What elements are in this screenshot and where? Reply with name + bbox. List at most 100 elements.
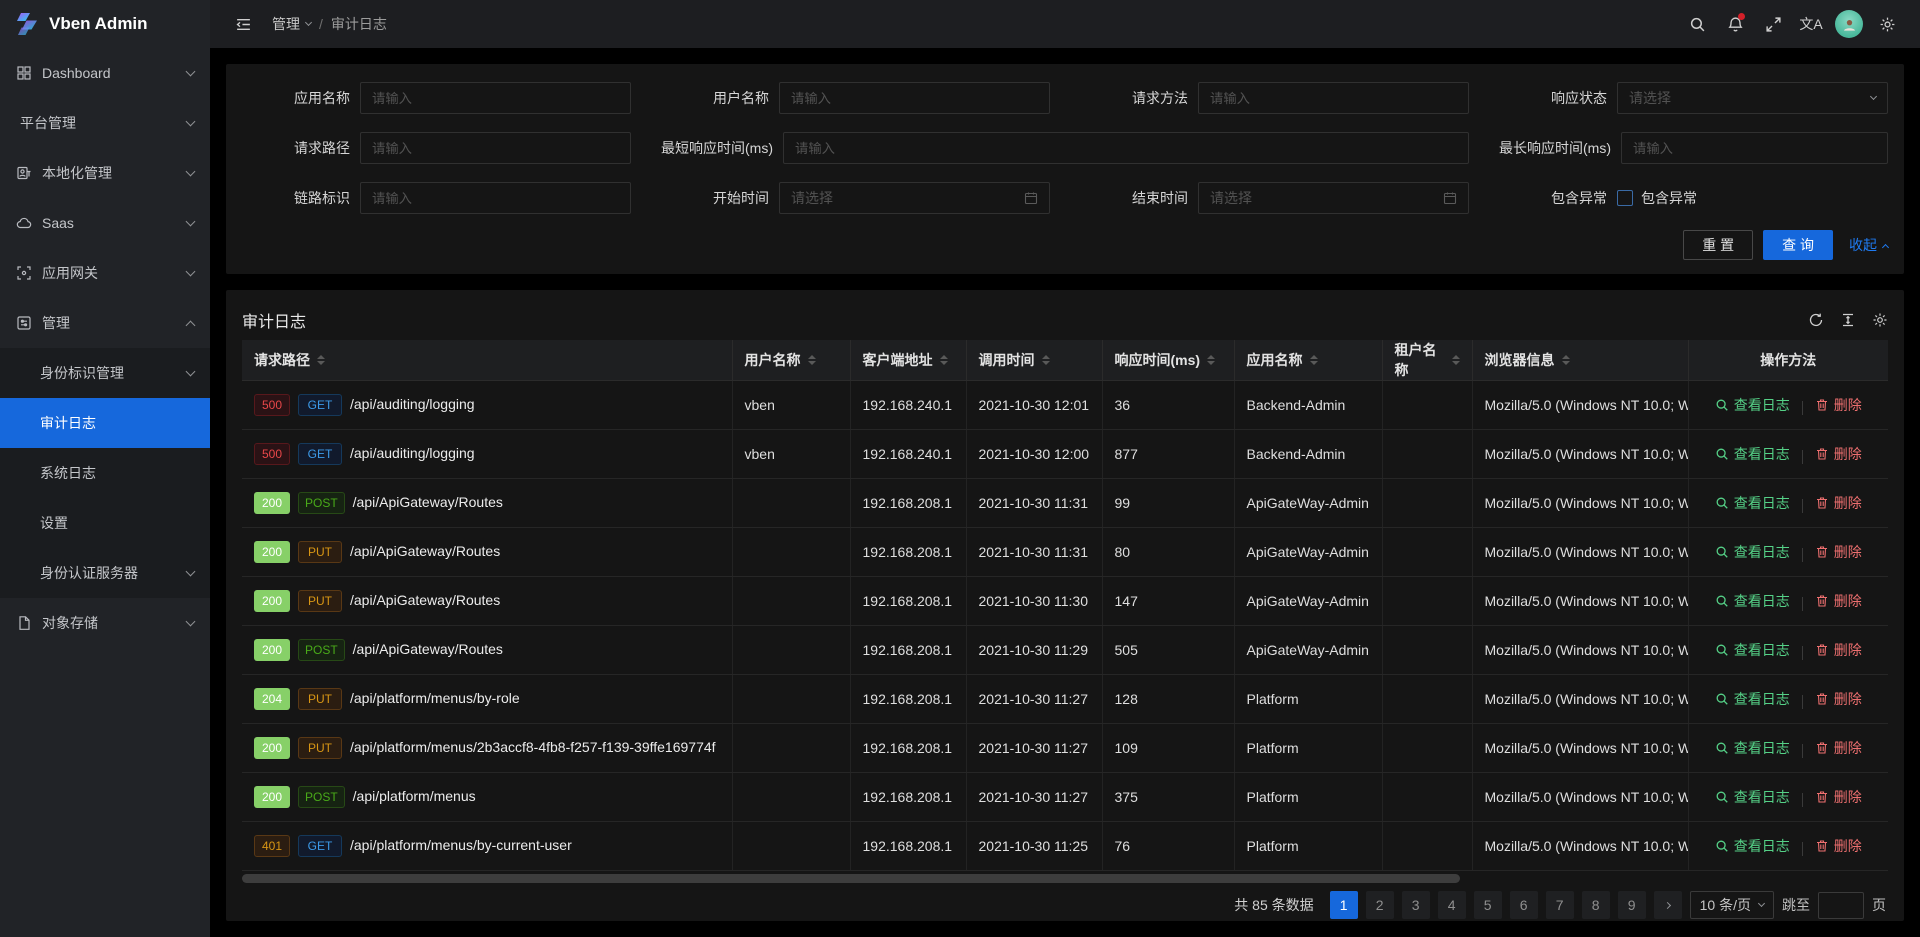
request-path-input[interactable] — [360, 132, 631, 164]
locale-switch-button[interactable]: 文A — [1792, 0, 1830, 48]
sidebar-item-localization[interactable]: 本地化管理 — [0, 148, 210, 198]
trash-icon — [1815, 643, 1829, 657]
sort-icon[interactable] — [1207, 351, 1215, 369]
view-log-button[interactable]: 查看日志 — [1715, 493, 1790, 513]
sidebar-collapse-button[interactable] — [224, 0, 262, 48]
reset-button[interactable]: 重 置 — [1683, 230, 1753, 260]
trace-id-input[interactable] — [360, 182, 631, 214]
page-jump-input[interactable] — [1818, 892, 1864, 919]
chevron-down-icon — [1870, 93, 1877, 100]
view-log-button[interactable]: 查看日志 — [1715, 640, 1790, 660]
sidebar-item-system-log[interactable]: 系统日志 — [0, 448, 210, 498]
browser-info-cell: Mozilla/5.0 (Windows NT 10.0; Win — [1472, 724, 1688, 773]
delete-button[interactable]: 删除 — [1815, 738, 1862, 758]
sidebar-item-object-storage[interactable]: 对象存储 — [0, 598, 210, 648]
sort-icon[interactable] — [808, 351, 816, 369]
view-log-button[interactable]: 查看日志 — [1715, 591, 1790, 611]
tenant-name-cell — [1382, 430, 1472, 479]
fullscreen-button[interactable] — [1754, 0, 1792, 48]
field-min-response-time: 最短响应时间(ms) — [661, 132, 1469, 164]
status-badge: 204 — [254, 688, 290, 710]
dashboard-icon — [16, 65, 32, 81]
include-exception-checkbox[interactable] — [1617, 190, 1633, 206]
horizontal-scrollbar[interactable] — [242, 874, 1888, 883]
search-button[interactable] — [1678, 0, 1716, 48]
sidebar-item-gateway[interactable]: 应用网关 — [0, 248, 210, 298]
notification-button[interactable] — [1716, 0, 1754, 48]
view-log-button[interactable]: 查看日志 — [1715, 738, 1790, 758]
sidebar-item-settings[interactable]: 设置 — [0, 498, 210, 548]
sidebar-item-identity-server[interactable]: 身份认证服务器 — [0, 548, 210, 598]
request-path: /api/ApiGateway/Routes — [350, 592, 500, 608]
next-page-button[interactable] — [1654, 891, 1682, 919]
sidebar-item-dashboard[interactable]: Dashboard — [0, 48, 210, 98]
sidebar-item-management[interactable]: 管理 — [0, 298, 210, 348]
chevron-down-icon — [186, 167, 196, 177]
logo[interactable]: Vben Admin — [0, 0, 210, 48]
refresh-icon[interactable] — [1808, 312, 1824, 328]
page-button-1[interactable]: 1 — [1330, 891, 1358, 919]
page-button-5[interactable]: 5 — [1474, 891, 1502, 919]
view-log-button[interactable]: 查看日志 — [1715, 787, 1790, 807]
view-log-button[interactable]: 查看日志 — [1715, 542, 1790, 562]
max-response-time-input[interactable] — [1621, 132, 1888, 164]
search-submit-button[interactable]: 查 询 — [1763, 230, 1833, 260]
page-button-6[interactable]: 6 — [1510, 891, 1538, 919]
sidebar-item-saas[interactable]: Saas — [0, 198, 210, 248]
delete-button[interactable]: 删除 — [1815, 591, 1862, 611]
sort-icon[interactable] — [1042, 351, 1050, 369]
breadcrumb-section[interactable]: 管理 — [272, 14, 311, 34]
row-height-icon[interactable] — [1840, 312, 1856, 328]
page-button-3[interactable]: 3 — [1402, 891, 1430, 919]
page-button-7[interactable]: 7 — [1546, 891, 1574, 919]
user-name-input[interactable] — [779, 82, 1050, 114]
page-button-2[interactable]: 2 — [1366, 891, 1394, 919]
delete-button[interactable]: 删除 — [1815, 689, 1862, 709]
app-name-input[interactable] — [360, 82, 631, 114]
delete-button[interactable]: 删除 — [1815, 787, 1862, 807]
response-time-cell: 147 — [1102, 577, 1234, 626]
page-button-4[interactable]: 4 — [1438, 891, 1466, 919]
delete-button[interactable]: 删除 — [1815, 444, 1862, 464]
page-button-9[interactable]: 9 — [1618, 891, 1646, 919]
view-log-button[interactable]: 查看日志 — [1715, 689, 1790, 709]
end-time-picker[interactable]: 请选择 — [1198, 182, 1469, 214]
view-log-button[interactable]: 查看日志 — [1715, 836, 1790, 856]
action-divider — [1802, 548, 1803, 562]
sidebar-item-platform-management[interactable]: 平台管理 — [0, 98, 210, 148]
delete-button[interactable]: 删除 — [1815, 836, 1862, 856]
browser-info-cell: Mozilla/5.0 (Windows NT 10.0; Win — [1472, 479, 1688, 528]
page-button-8[interactable]: 8 — [1582, 891, 1610, 919]
delete-button[interactable]: 删除 — [1815, 542, 1862, 562]
response-time-cell: 99 — [1102, 479, 1234, 528]
page-size-select[interactable]: 10 条/页 — [1690, 891, 1774, 919]
min-response-time-input[interactable] — [783, 132, 1469, 164]
view-log-button[interactable]: 查看日志 — [1715, 444, 1790, 464]
sort-icon[interactable] — [1310, 351, 1318, 369]
delete-button[interactable]: 删除 — [1815, 640, 1862, 660]
chevron-down-icon — [186, 367, 196, 377]
user-menu[interactable] — [1830, 0, 1868, 48]
column-settings-icon[interactable] — [1872, 312, 1888, 328]
gear-icon — [1879, 16, 1896, 33]
sort-icon[interactable] — [1562, 351, 1570, 369]
table-row: 200PUT/api/platform/menus/2b3accf8-4fb8-… — [242, 724, 1888, 773]
response-status-select[interactable]: 请选择 — [1617, 82, 1888, 114]
start-time-picker[interactable]: 请选择 — [779, 182, 1050, 214]
sort-icon[interactable] — [1452, 351, 1460, 369]
browser-info-cell: Mozilla/5.0 (Windows NT 10.0; Win — [1472, 626, 1688, 675]
sidebar-item-audit-log[interactable]: 审计日志 — [0, 398, 210, 448]
horizontal-scrollbar-thumb[interactable] — [242, 874, 1460, 883]
browser-info-cell: Mozilla/5.0 (Windows NT 10.0; Win — [1472, 430, 1688, 479]
sort-icon[interactable] — [940, 351, 948, 369]
table-header-row: 请求路径 用户名称 客户端地址 调用时间 响应时间(ms) 应用名称 租户名称 … — [242, 340, 1888, 381]
sidebar-item-identity-management[interactable]: 身份标识管理 — [0, 348, 210, 398]
delete-button[interactable]: 删除 — [1815, 395, 1862, 415]
delete-button[interactable]: 删除 — [1815, 493, 1862, 513]
table-row: 204PUT/api/platform/menus/by-role 192.16… — [242, 675, 1888, 724]
request-method-input[interactable] — [1198, 82, 1469, 114]
view-log-button[interactable]: 查看日志 — [1715, 395, 1790, 415]
sort-icon[interactable] — [317, 351, 325, 369]
collapse-form-link[interactable]: 收起 — [1849, 235, 1888, 255]
settings-button[interactable] — [1868, 0, 1906, 48]
